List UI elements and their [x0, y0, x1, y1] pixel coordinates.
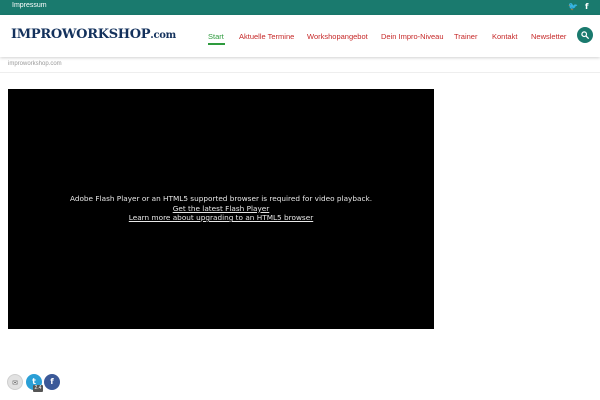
- share-mail-button[interactable]: ✉: [7, 374, 23, 390]
- top-bar: Impressum 🐦 f: [0, 0, 600, 15]
- nav-item-workshopangebot[interactable]: Workshopangebot: [307, 32, 368, 41]
- twitter-share-count: 2.4: [33, 385, 43, 392]
- nav-item-impro-niveau[interactable]: Dein Impro-Niveau: [381, 32, 444, 41]
- share-facebook-button[interactable]: f: [44, 374, 60, 390]
- video-player[interactable]: Adobe Flash Player or an HTML5 supported…: [8, 89, 434, 329]
- divider: [0, 72, 600, 73]
- search-icon: [581, 31, 589, 39]
- active-nav-indicator: [208, 43, 225, 45]
- impressum-link[interactable]: Impressum: [12, 2, 47, 9]
- fallback-text: Adobe Flash Player or an HTML5 supported…: [69, 194, 373, 203]
- nav-item-newsletter[interactable]: Newsletter: [531, 32, 566, 41]
- breadcrumb[interactable]: improworkshop.com: [8, 61, 62, 67]
- main-navigation: Start Aktuelle Termine Workshopangebot D…: [0, 32, 600, 46]
- nav-item-trainer[interactable]: Trainer: [454, 32, 477, 41]
- video-fallback-message: Adobe Flash Player or an HTML5 supported…: [8, 194, 434, 223]
- site-header: IMPROWORKSHOP.com Start Aktuelle Termine…: [0, 15, 600, 57]
- nav-item-aktuelle-termine[interactable]: Aktuelle Termine: [239, 32, 294, 41]
- flash-player-link[interactable]: Get the latest Flash Player: [8, 204, 434, 214]
- twitter-icon[interactable]: 🐦: [568, 2, 578, 12]
- html5-browser-link[interactable]: Learn more about upgrading to an HTML5 b…: [8, 213, 434, 223]
- nav-item-kontakt[interactable]: Kontakt: [492, 32, 517, 41]
- facebook-icon: f: [50, 377, 54, 386]
- search-button[interactable]: [577, 27, 593, 43]
- nav-item-start[interactable]: Start: [208, 32, 224, 41]
- facebook-icon[interactable]: f: [585, 2, 588, 12]
- mail-icon: ✉: [12, 379, 18, 387]
